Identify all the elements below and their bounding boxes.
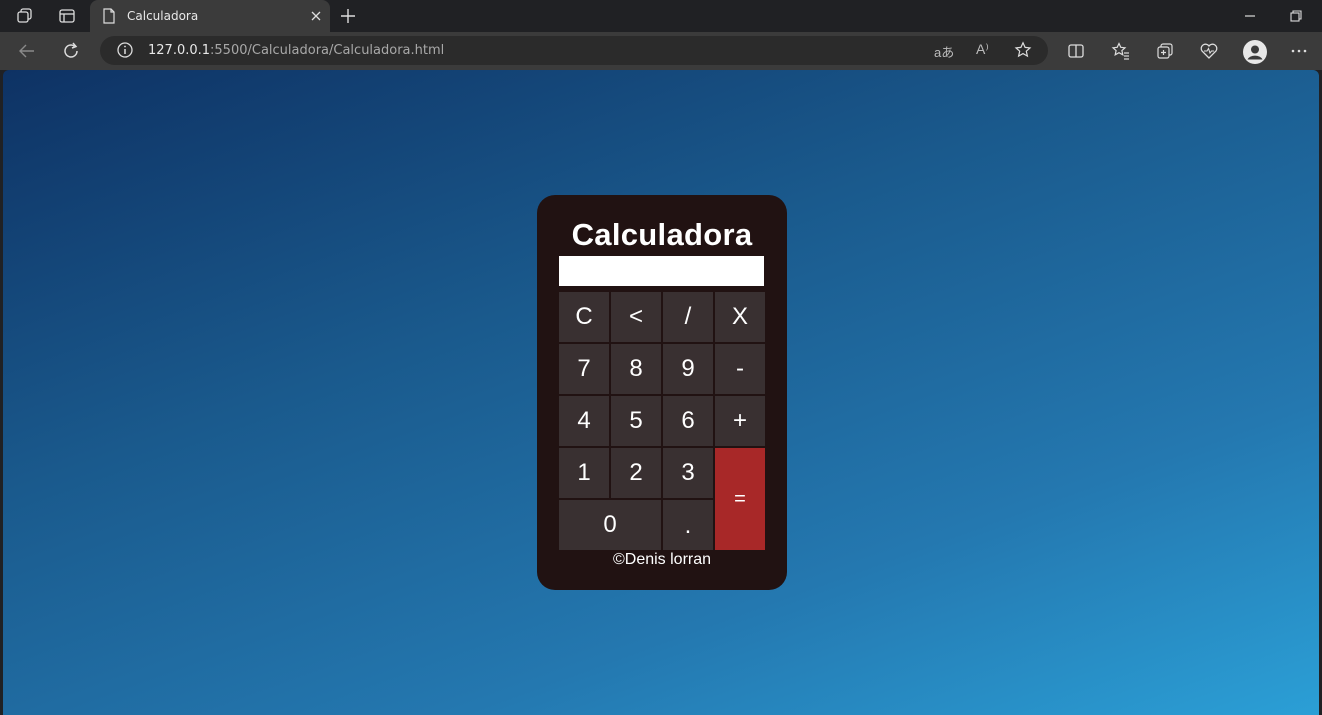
site-info-icon[interactable] [116,41,134,59]
clear-button[interactable]: C [559,292,609,342]
translate-icon[interactable]: aあ [934,42,954,60]
url-path: :5500/Calculadora/Calculadora.html [210,43,445,58]
workspaces-icon[interactable] [15,6,35,26]
favorites-icon[interactable] [1111,41,1131,61]
page-icon [102,8,116,29]
back-icon[interactable] [17,41,37,61]
url-text: 127.0.0.1:5500/Calculadora/Calculadora.h… [148,43,444,58]
key-3-button[interactable]: 3 [663,448,713,498]
restore-icon[interactable] [1288,8,1304,24]
browser-toolbar: 127.0.0.1:5500/Calculadora/Calculadora.h… [0,32,1322,70]
key-4-button[interactable]: 4 [559,396,609,446]
key-5-button[interactable]: 5 [611,396,661,446]
tab-title: Calculadora [127,9,199,23]
address-bar[interactable]: 127.0.0.1:5500/Calculadora/Calculadora.h… [100,36,1048,65]
key-0-button[interactable]: 0 [559,500,661,550]
key-7-button[interactable]: 7 [559,344,609,394]
calculator-panel: Calculadora C < / X 7 8 9 - 4 5 6 + 1 2 … [537,195,787,590]
multiply-button[interactable]: X [715,292,765,342]
profile-avatar[interactable] [1243,40,1267,64]
minus-button[interactable]: - [715,344,765,394]
more-options-icon[interactable] [1289,41,1309,61]
favorite-star-icon[interactable] [1014,41,1032,59]
read-aloud-icon[interactable]: A⁾ [976,41,989,59]
backspace-button[interactable]: < [611,292,661,342]
vertical-tabs-icon[interactable] [57,6,77,26]
page-viewport: Calculadora C < / X 7 8 9 - 4 5 6 + 1 2 … [3,70,1319,715]
plus-button[interactable]: + [715,396,765,446]
url-host: 127.0.0.1 [148,43,211,58]
copyright-footer: ©Denis lorran [612,551,712,568]
refresh-icon[interactable] [61,41,81,61]
key-2-button[interactable]: 2 [611,448,661,498]
equals-button[interactable]: = [715,448,765,550]
key-6-button[interactable]: 6 [663,396,713,446]
calculator-title: Calculadora [571,217,753,252]
divide-button[interactable]: / [663,292,713,342]
tab-calculadora[interactable]: Calculadora [90,0,330,32]
new-tab-icon[interactable] [338,6,358,26]
key-8-button[interactable]: 8 [611,344,661,394]
split-screen-icon[interactable] [1066,41,1086,61]
key-9-button[interactable]: 9 [663,344,713,394]
decimal-point-button[interactable]: . [663,500,713,550]
tab-bar: Calculadora [0,0,1322,32]
minimize-icon[interactable] [1242,8,1258,24]
collections-icon[interactable] [1155,41,1175,61]
key-1-button[interactable]: 1 [559,448,609,498]
calculator-display[interactable] [559,256,764,286]
close-tab-icon[interactable] [309,9,323,23]
browser-essentials-icon[interactable] [1199,41,1219,61]
